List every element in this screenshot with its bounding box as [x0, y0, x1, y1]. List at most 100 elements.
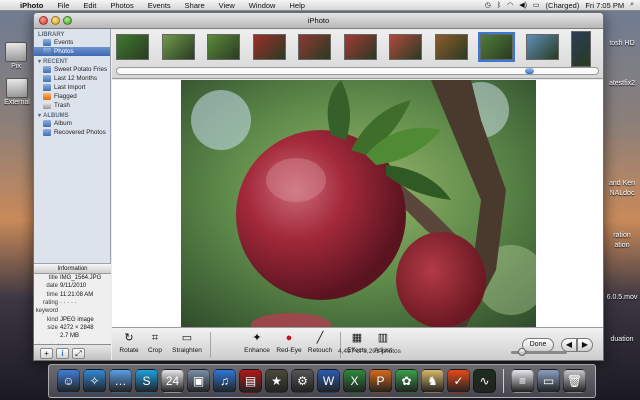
- document-icon[interactable]: ≡: [511, 369, 534, 393]
- photo-viewer: [112, 80, 603, 327]
- scroll-knob[interactable]: [524, 68, 534, 74]
- photo-thumbnail[interactable]: [161, 34, 195, 60]
- source-item-recovered-photos[interactable]: Recovered Photos: [34, 128, 110, 137]
- desktop-label: duation: [610, 336, 634, 343]
- photo-thumbnail[interactable]: [525, 34, 559, 60]
- menu-share[interactable]: Share: [178, 1, 212, 10]
- information-header[interactable]: Information: [34, 264, 111, 274]
- close-window-button[interactable]: [39, 16, 48, 25]
- menu-view[interactable]: View: [212, 1, 242, 10]
- menu-window[interactable]: Window: [242, 1, 283, 10]
- volume-icon[interactable]: ◀): [519, 1, 527, 9]
- source-item-photos[interactable]: Photos: [34, 47, 110, 56]
- desktop-item-pix[interactable]: Pix: [2, 42, 30, 70]
- photo-thumbnail[interactable]: [478, 32, 515, 62]
- title-bar[interactable]: iPhoto: [34, 13, 603, 29]
- source-item-last-12-months[interactable]: Last 12 Months: [34, 74, 110, 83]
- disclosure-triangle-icon[interactable]: ▾: [38, 58, 41, 65]
- desktop-label: External: [4, 99, 30, 106]
- desktop-label: atestfix2: [608, 80, 636, 87]
- info-label: title: [48, 275, 58, 282]
- desktop-item-external[interactable]: External: [2, 78, 32, 106]
- finder-icon[interactable]: ☺: [57, 369, 80, 393]
- photo-thumbnail[interactable]: [252, 34, 286, 60]
- albums-header-label: ALBUMS: [43, 112, 69, 119]
- ichat-icon[interactable]: …: [109, 369, 132, 393]
- safari-icon[interactable]: ✧: [83, 369, 106, 393]
- source-item-album[interactable]: Album: [34, 119, 110, 128]
- excel-icon[interactable]: X: [343, 369, 366, 393]
- apple-photo[interactable]: [181, 80, 536, 327]
- photo-thumbnail[interactable]: [434, 34, 468, 60]
- spotlight-icon[interactable]: ⌕: [630, 1, 634, 9]
- desktop-label: ation: [614, 242, 630, 249]
- menu-app-name[interactable]: iPhoto: [18, 1, 50, 10]
- source-item-events[interactable]: Events: [34, 38, 110, 47]
- source-item-trash[interactable]: Trash: [34, 101, 110, 110]
- photo-thumbnail[interactable]: [207, 34, 240, 60]
- photo-thumbnail[interactable]: [571, 31, 591, 67]
- word-icon[interactable]: W: [317, 369, 340, 393]
- source-item-flagged[interactable]: Flagged: [34, 92, 110, 101]
- source-item-label: Recovered Photos: [54, 129, 106, 136]
- source-item-label: Album: [54, 120, 72, 127]
- iphoto-icon[interactable]: ▣: [187, 369, 210, 393]
- gear-app-icon[interactable]: ⚙: [291, 369, 314, 393]
- photo-thumbnail[interactable]: [116, 34, 149, 60]
- info-value[interactable]: 9/11/2010: [60, 283, 86, 289]
- source-item-last-import[interactable]: Last Import: [34, 83, 110, 92]
- info-value[interactable]: 11:21:08 AM: [60, 292, 93, 298]
- albums-header[interactable]: ▾ ALBUMS: [34, 110, 110, 120]
- menu-edit[interactable]: Edit: [76, 1, 103, 10]
- desktop-item-ken[interactable]: and Ken: [604, 180, 640, 187]
- desktop-item-duation[interactable]: duation: [604, 336, 640, 343]
- trash-icon[interactable]: 🗑: [563, 369, 586, 393]
- zoom-window-button[interactable]: [63, 16, 72, 25]
- menu-bar: iPhoto File Edit Photos Events Share Vie…: [0, 0, 640, 11]
- thumbnail-scrollbar[interactable]: [116, 67, 599, 75]
- desktop-item-naldoc[interactable]: NALdoc: [604, 190, 640, 197]
- messenger-icon[interactable]: ✿: [395, 369, 418, 393]
- library-header-label: LIBRARY: [38, 31, 65, 38]
- menu-clock[interactable]: Fri 7:05 PM: [585, 1, 624, 10]
- skype-icon[interactable]: S: [135, 369, 158, 393]
- powerpoint-icon[interactable]: P: [369, 369, 392, 393]
- folder-icon: [5, 42, 27, 62]
- rating-stars[interactable]: · · · · ·: [60, 300, 77, 306]
- desktop-label: 6.0.5.mov: [606, 294, 638, 301]
- menu-events[interactable]: Events: [141, 1, 178, 10]
- source-item-sweet-potato-fries[interactable]: Sweet Potato Fries: [34, 65, 110, 74]
- info-row-keyword: keyword: [34, 307, 111, 315]
- minimize-window-button[interactable]: [51, 16, 60, 25]
- info-value[interactable]: IMG_1564.JPG: [60, 275, 101, 281]
- menu-help[interactable]: Help: [282, 1, 311, 10]
- menu-photos[interactable]: Photos: [103, 1, 140, 10]
- photo-thumbnail[interactable]: [298, 34, 331, 60]
- activity-monitor-icon[interactable]: ∿: [473, 369, 496, 393]
- wifi-icon[interactable]: ◠: [507, 1, 513, 9]
- battery-icon[interactable]: ▭: [533, 1, 540, 9]
- photobooth-icon[interactable]: ▤: [239, 369, 262, 393]
- photo-thumbnail[interactable]: [343, 34, 377, 60]
- desktop-item-hd[interactable]: tosh HD: [604, 40, 640, 47]
- nike-icon[interactable]: ✓: [447, 369, 470, 393]
- star-app-icon[interactable]: ★: [265, 369, 288, 393]
- disclosure-triangle-icon[interactable]: ▾: [38, 112, 41, 119]
- flag-icon: [43, 93, 51, 100]
- info-label: time: [46, 291, 58, 298]
- info-value: JPEG image: [60, 316, 94, 323]
- zoom-slider-knob[interactable]: [518, 348, 527, 356]
- game-icon[interactable]: ♞: [421, 369, 444, 393]
- desktop-item-mov[interactable]: 6.0.5.mov: [604, 294, 640, 301]
- desktop-item-latest[interactable]: atestfix2: [604, 80, 640, 87]
- recent-header[interactable]: ▾ RECENT: [34, 56, 110, 66]
- photo-thumbnail[interactable]: [389, 34, 422, 60]
- timemachine-icon[interactable]: ◷: [485, 1, 491, 9]
- ical-icon[interactable]: 24: [161, 369, 184, 393]
- menu-file[interactable]: File: [50, 1, 76, 10]
- itunes-icon[interactable]: ♫: [213, 369, 236, 393]
- folder-stack-icon[interactable]: ▭: [537, 369, 560, 393]
- desktop-item-ation[interactable]: ation: [604, 242, 640, 249]
- bluetooth-icon[interactable]: ᛒ: [497, 2, 501, 9]
- desktop-item-ration[interactable]: ration: [604, 232, 640, 239]
